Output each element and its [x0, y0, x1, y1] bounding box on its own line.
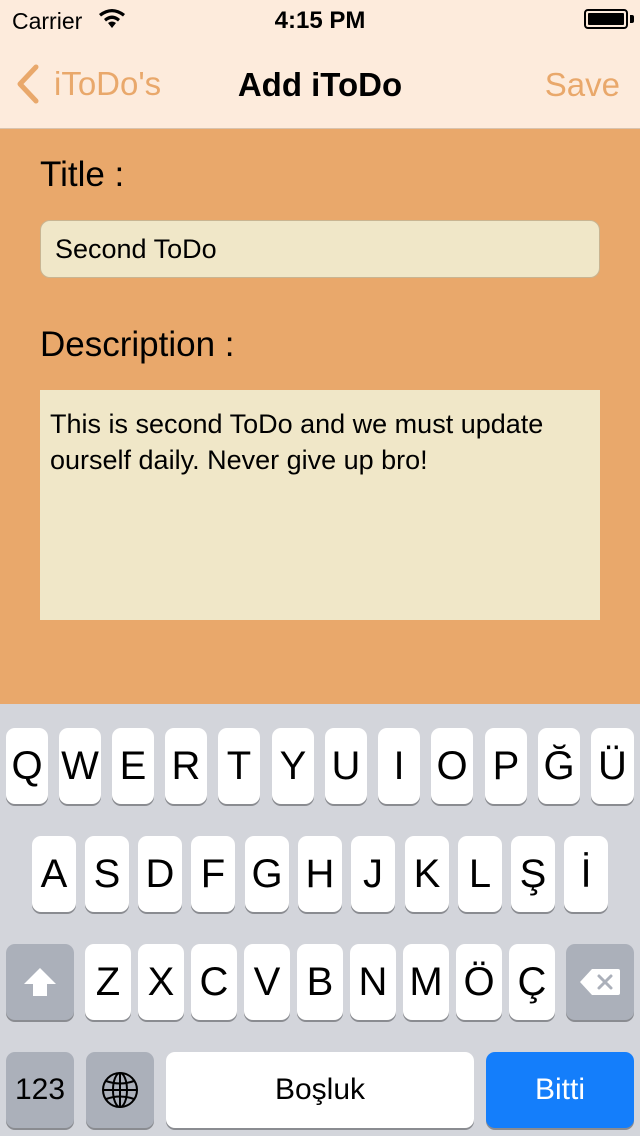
key-j[interactable]: J	[351, 836, 395, 912]
key-e[interactable]: E	[112, 728, 154, 804]
numbers-key[interactable]: 123	[6, 1052, 74, 1128]
backspace-icon	[580, 969, 620, 995]
key-l[interactable]: L	[458, 836, 502, 912]
delete-key[interactable]	[566, 944, 634, 1020]
key-u-umlaut[interactable]: Ü	[591, 728, 634, 804]
key-a[interactable]: A	[32, 836, 76, 912]
key-r[interactable]: R	[165, 728, 207, 804]
key-k[interactable]: K	[405, 836, 449, 912]
title-input[interactable]: Second ToDo	[40, 220, 600, 278]
key-i-dotted[interactable]: İ	[564, 836, 608, 912]
space-key[interactable]: Boşluk	[166, 1052, 474, 1128]
status-bar: Carrier 4:15 PM	[0, 0, 640, 40]
key-h[interactable]: H	[298, 836, 342, 912]
key-n[interactable]: N	[350, 944, 396, 1020]
shift-key[interactable]	[6, 944, 74, 1020]
key-q[interactable]: Q	[6, 728, 48, 804]
key-b[interactable]: B	[297, 944, 343, 1020]
key-p[interactable]: P	[485, 728, 527, 804]
key-w[interactable]: W	[59, 728, 101, 804]
key-t[interactable]: T	[218, 728, 260, 804]
battery-icon	[584, 9, 628, 29]
key-f[interactable]: F	[191, 836, 235, 912]
navigation-bar: iToDo's Add iToDo Save	[0, 40, 640, 128]
globe-icon	[102, 1072, 138, 1108]
key-u[interactable]: U	[325, 728, 367, 804]
globe-key[interactable]	[86, 1052, 154, 1128]
key-v[interactable]: V	[244, 944, 290, 1020]
description-label: Description :	[40, 325, 235, 364]
key-g[interactable]: G	[245, 836, 289, 912]
key-c[interactable]: C	[191, 944, 237, 1020]
done-key[interactable]: Bitti	[486, 1052, 634, 1128]
key-i[interactable]: I	[378, 728, 420, 804]
key-o-umlaut[interactable]: Ö	[456, 944, 502, 1020]
title-label: Title :	[40, 155, 125, 194]
key-d[interactable]: D	[138, 836, 182, 912]
key-y[interactable]: Y	[272, 728, 314, 804]
status-time: 4:15 PM	[274, 7, 366, 34]
key-m[interactable]: M	[403, 944, 449, 1020]
key-z[interactable]: Z	[85, 944, 131, 1020]
key-g-breve[interactable]: Ğ	[538, 728, 580, 804]
key-s[interactable]: S	[85, 836, 129, 912]
key-s-cedilla[interactable]: Ş	[511, 836, 555, 912]
key-o[interactable]: O	[431, 728, 473, 804]
keyboard: Q W E R T Y U I O P Ğ Ü A S D F G H J K …	[0, 704, 640, 1136]
shift-icon	[24, 968, 56, 996]
battery-tip	[630, 15, 634, 23]
description-textarea[interactable]: This is second ToDo and we must update o…	[40, 390, 600, 620]
key-c-cedilla[interactable]: Ç	[509, 944, 555, 1020]
top-bar: Carrier 4:15 PM iToDo's Add iToDo Save	[0, 0, 640, 129]
key-x[interactable]: X	[138, 944, 184, 1020]
save-button[interactable]: Save	[545, 66, 620, 104]
